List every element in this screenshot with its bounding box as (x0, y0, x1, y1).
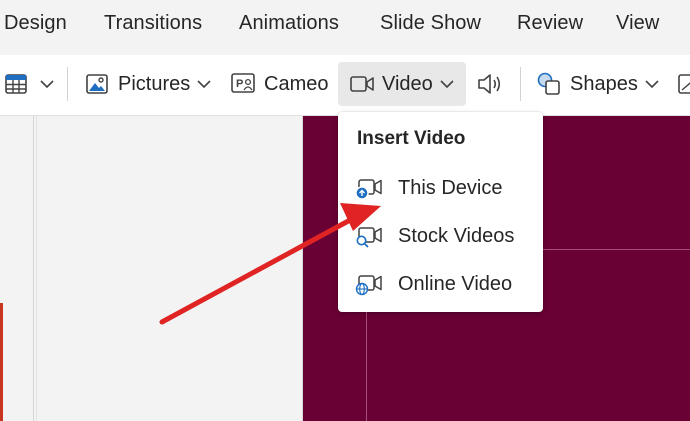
video-upload-icon (354, 175, 384, 206)
slide-thumbnails-pane[interactable] (0, 116, 302, 421)
menu-item-label: Online Video (398, 272, 513, 295)
speaker-icon (476, 71, 506, 97)
pictures-label: Pictures (118, 72, 191, 95)
menu-item-this-device[interactable]: This Device (338, 166, 543, 210)
icons-button[interactable] (674, 62, 690, 106)
pictures-button[interactable]: Pictures (82, 62, 216, 106)
slide-thumbnail-edge[interactable] (0, 303, 3, 421)
tab-review[interactable]: Review (517, 12, 583, 35)
shapes-icon (536, 71, 562, 97)
video-label: Video (382, 72, 433, 95)
chevron-down-icon (197, 79, 211, 89)
chevron-down-icon (440, 79, 454, 89)
video-button[interactable]: Video (338, 62, 466, 106)
tab-view[interactable]: View (616, 12, 659, 35)
toolbar-separator (520, 67, 521, 101)
shapes-label: Shapes (570, 72, 638, 95)
tab-slide-show[interactable]: Slide Show (380, 12, 481, 35)
pane-divider (33, 116, 34, 421)
toolbar-separator (67, 67, 68, 101)
picture-icon (85, 72, 109, 96)
chevron-down-icon (645, 79, 659, 89)
shapes-button[interactable]: Shapes (532, 62, 662, 106)
table-button[interactable] (2, 62, 58, 106)
insert-video-menu: Insert Video This Device Stock Videos On… (338, 112, 543, 312)
menu-title: Insert Video (357, 128, 466, 149)
menu-item-online-video[interactable]: Online Video (338, 262, 543, 306)
table-icon (4, 72, 28, 96)
pane-divider (36, 116, 37, 421)
video-globe-icon (354, 271, 384, 302)
cameo-icon: P (230, 72, 256, 96)
audio-button[interactable] (472, 62, 510, 106)
cameo-button[interactable]: P Cameo (227, 62, 333, 106)
tab-animations[interactable]: Animations (239, 12, 339, 35)
menu-item-stock-videos[interactable]: Stock Videos (338, 214, 543, 258)
cameo-label: Cameo (264, 72, 329, 95)
image-icon (678, 72, 690, 96)
tab-transitions[interactable]: Transitions (104, 12, 202, 35)
svg-text:P: P (236, 78, 243, 90)
menu-item-label: Stock Videos (398, 224, 515, 247)
menu-item-label: This Device (398, 176, 503, 199)
tab-design[interactable]: Design (4, 12, 67, 35)
video-search-icon (354, 223, 384, 254)
ribbon-toolbar: Pictures P Cameo Video Shapes (0, 55, 690, 116)
video-camera-icon (349, 73, 375, 95)
chevron-down-icon (40, 79, 54, 89)
ribbon-tabs: Design Transitions Animations Slide Show… (0, 0, 690, 52)
powerpoint-window: Design Transitions Animations Slide Show… (0, 0, 690, 421)
